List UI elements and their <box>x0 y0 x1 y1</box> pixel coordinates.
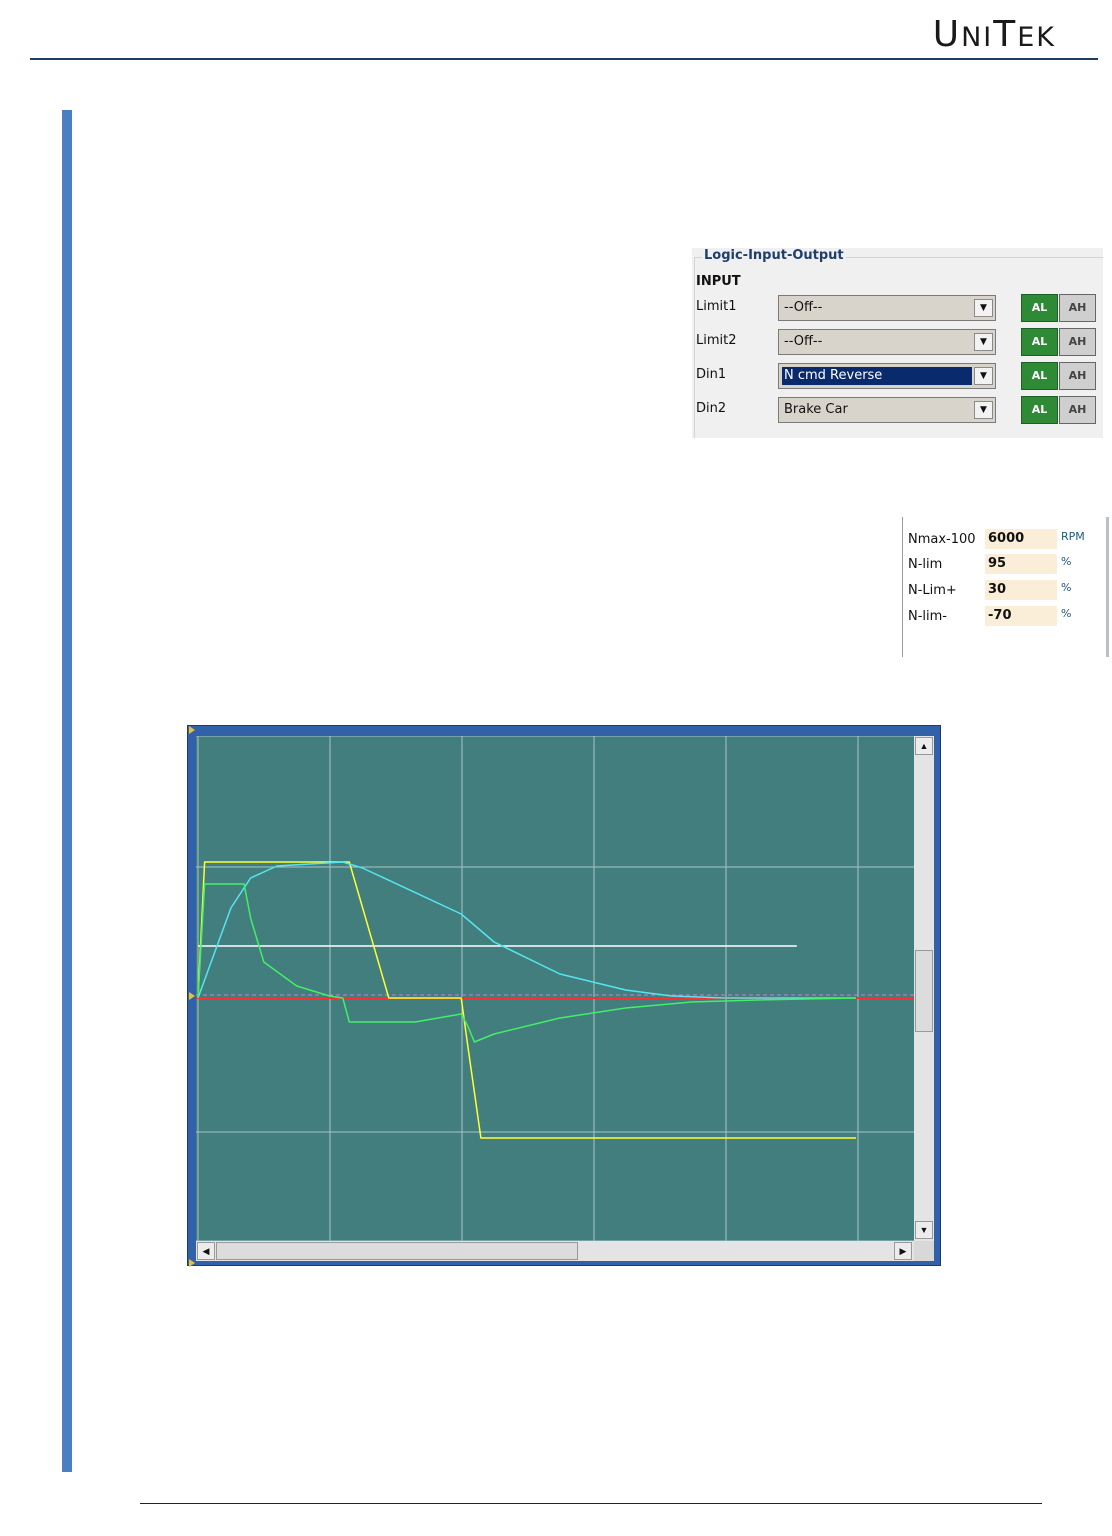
select-value: --Off-- <box>784 334 823 349</box>
param-label: N-lim <box>908 557 943 572</box>
select-value: N cmd Reverse <box>782 367 972 385</box>
scope-chart <box>196 736 914 1241</box>
chevron-down-icon[interactable]: ▼ <box>974 333 993 351</box>
logo-letters-ek: EK <box>1017 22 1056 53</box>
input-label: Din2 <box>696 401 727 416</box>
unitek-logo: UNITEK <box>933 14 1056 55</box>
vertical-scrollbar[interactable]: ▲ ▼ <box>914 736 934 1241</box>
input-row-din2: Din2 Brake Car ▼ AL AH <box>692 395 1103 425</box>
scope-plot-area[interactable] <box>196 736 914 1241</box>
input-section-title: INPUT <box>696 274 741 289</box>
nmax-field[interactable]: 6000 <box>985 529 1057 549</box>
din1-al-button[interactable]: AL <box>1021 362 1058 390</box>
speed-limits-panel: Nmax-100 6000 RPM N-lim 95 % N-Lim+ 30 %… <box>902 517 1109 657</box>
param-label: Nmax-100 <box>908 532 976 547</box>
chevron-down-icon[interactable]: ▼ <box>974 299 993 317</box>
param-unit: RPM <box>1061 530 1085 543</box>
header-rule <box>30 58 1098 60</box>
arrow-left-icon[interactable]: ◀ <box>197 1242 215 1260</box>
left-margin-bar <box>62 110 72 1472</box>
vertical-scroll-thumb[interactable] <box>915 950 933 1032</box>
input-label: Din1 <box>696 367 727 382</box>
chevron-down-icon[interactable]: ▼ <box>974 367 993 385</box>
speed-row-nmax: Nmax-100 6000 RPM <box>903 528 1103 552</box>
arrow-down-icon[interactable]: ▼ <box>915 1221 933 1239</box>
arrow-up-icon[interactable]: ▲ <box>915 737 933 755</box>
logic-input-output-panel: Logic-Input-Output INPUT Limit1 --Off-- … <box>692 248 1103 438</box>
marker-top <box>189 726 195 734</box>
horizontal-scroll-thumb[interactable] <box>216 1242 578 1260</box>
param-label: N-lim- <box>908 609 947 624</box>
limit1-ah-button[interactable]: AH <box>1059 294 1096 322</box>
logo-letters-ni: NI <box>961 22 994 53</box>
nlim-minus-field[interactable]: -70 <box>985 606 1057 626</box>
speed-row-nlim: N-lim 95 % <box>903 553 1103 577</box>
limit1-select[interactable]: --Off-- ▼ <box>778 295 996 321</box>
speed-row-nlim-minus: N-lim- -70 % <box>903 605 1103 629</box>
limit2-select[interactable]: --Off-- ▼ <box>778 329 996 355</box>
marker-zero <box>189 992 195 1000</box>
scope-window: ▲ ▼ ◀ ▶ <box>187 725 941 1267</box>
limit1-al-button[interactable]: AL <box>1021 294 1058 322</box>
param-label: N-Lim+ <box>908 583 957 598</box>
input-row-limit2: Limit2 --Off-- ▼ AL AH <box>692 327 1103 357</box>
chevron-down-icon[interactable]: ▼ <box>974 401 993 419</box>
din1-select[interactable]: N cmd Reverse ▼ <box>778 363 996 389</box>
din2-al-button[interactable]: AL <box>1021 396 1058 424</box>
nlim-field[interactable]: 95 <box>985 554 1057 574</box>
param-unit: % <box>1061 607 1072 620</box>
arrow-right-icon[interactable]: ▶ <box>894 1242 912 1260</box>
nlim-plus-field[interactable]: 30 <box>985 580 1057 600</box>
cyan-trace <box>197 861 856 999</box>
limit2-al-button[interactable]: AL <box>1021 328 1058 356</box>
input-row-limit1: Limit1 --Off-- ▼ AL AH <box>692 293 1103 323</box>
speed-row-nlim-plus: N-Lim+ 30 % <box>903 579 1103 603</box>
din2-select[interactable]: Brake Car ▼ <box>778 397 996 423</box>
din2-ah-button[interactable]: AH <box>1059 396 1096 424</box>
input-row-din1: Din1 N cmd Reverse ▼ AL AH <box>692 361 1103 391</box>
horizontal-scrollbar[interactable]: ◀ ▶ <box>196 1241 914 1261</box>
logo-letter-u: U <box>932 14 962 55</box>
panel-right-border <box>1106 517 1109 657</box>
param-unit: % <box>1061 581 1072 594</box>
marker-bottom <box>189 1259 195 1267</box>
footer-rule <box>140 1503 1042 1504</box>
limit2-ah-button[interactable]: AH <box>1059 328 1096 356</box>
groupbox-legend: Logic-Input-Output <box>702 248 846 263</box>
select-value: --Off-- <box>784 300 823 315</box>
scrollbar-corner <box>914 1241 934 1261</box>
green-trace <box>197 883 857 1043</box>
select-value: Brake Car <box>784 402 848 417</box>
input-label: Limit2 <box>696 333 737 348</box>
din1-ah-button[interactable]: AH <box>1059 362 1096 390</box>
param-unit: % <box>1061 555 1072 568</box>
input-label: Limit1 <box>696 299 737 314</box>
logo-letter-t: T <box>993 14 1018 55</box>
